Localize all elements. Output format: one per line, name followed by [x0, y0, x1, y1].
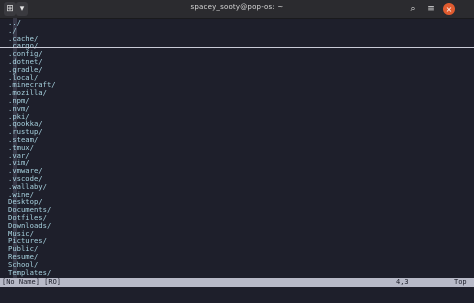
vim-statusline: [No Name] [RO] 4,3 Top	[0, 278, 474, 287]
directory-entry[interactable]: Templates/	[8, 268, 51, 277]
menu-icon[interactable]: ≡	[424, 2, 438, 16]
search-icon[interactable]: ⌕	[406, 2, 420, 16]
scroll-percent: Top	[454, 278, 467, 286]
terminal-window: ⊞ ▾ spacey_sooty@pop-os: ~ ⌕ ≡ × .././.c…	[0, 0, 474, 303]
cursor-line	[0, 47, 474, 48]
buffer-name: [No Name] [RO]	[2, 278, 62, 286]
cursor-position: 4,3	[396, 278, 409, 286]
close-icon[interactable]: ×	[443, 3, 455, 15]
title-bar: ⊞ ▾ spacey_sooty@pop-os: ~ ⌕ ≡ ×	[0, 0, 474, 19]
window-title: spacey_sooty@pop-os: ~	[190, 3, 284, 11]
terminal-content[interactable]: .././.cache/.cargo/.config/.dotnet/.grad…	[0, 18, 474, 278]
